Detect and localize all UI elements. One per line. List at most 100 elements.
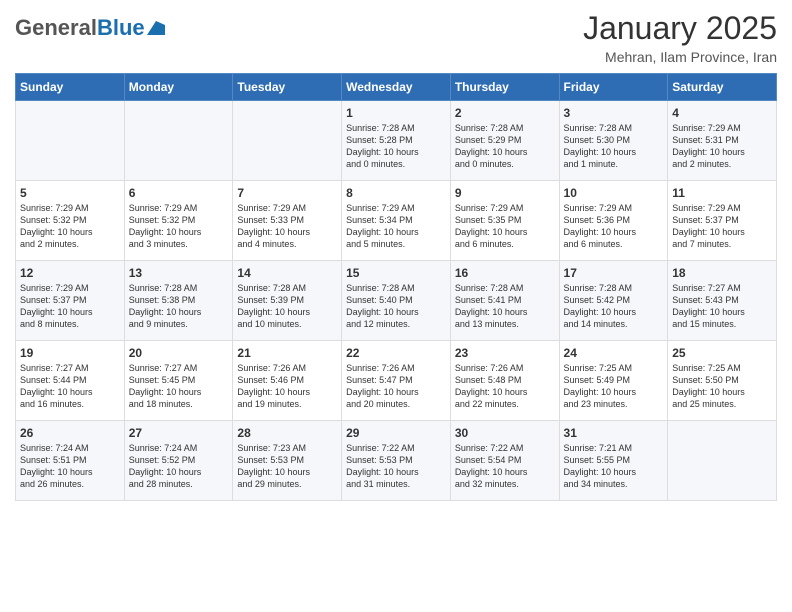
day-number: 12 [20, 266, 120, 280]
weekday-sunday: Sunday [16, 74, 125, 101]
day-content: Sunrise: 7:27 AM Sunset: 5:43 PM Dayligh… [672, 282, 772, 331]
day-number: 14 [237, 266, 337, 280]
weekday-thursday: Thursday [450, 74, 559, 101]
calendar-cell: 5 Sunrise: 7:29 AM Sunset: 5:32 PM Daylig… [16, 181, 125, 261]
calendar-cell: 18 Sunrise: 7:27 AM Sunset: 5:43 PM Dayli… [668, 261, 777, 341]
calendar-cell: 16 Sunrise: 7:28 AM Sunset: 5:41 PM Dayli… [450, 261, 559, 341]
calendar-cell: 25Sunrise: 7:25 AM Sunset: 5:50 PM Dayli… [668, 341, 777, 421]
calendar-cell: 4 Sunrise: 7:29 AM Sunset: 5:31 PM Daylig… [668, 101, 777, 181]
week-row-1: 1 Sunrise: 7:28 AM Sunset: 5:28 PM Daylig… [16, 101, 777, 181]
day-number: 1 [346, 106, 446, 120]
day-content: Sunrise: 7:28 AM Sunset: 5:38 PM Dayligh… [129, 282, 229, 331]
title-section: January 2025 Mehran, Ilam Province, Iran [583, 10, 777, 65]
day-number: 3 [564, 106, 664, 120]
calendar-cell: 1 Sunrise: 7:28 AM Sunset: 5:28 PM Daylig… [342, 101, 451, 181]
day-number: 11 [672, 186, 772, 200]
week-row-2: 5 Sunrise: 7:29 AM Sunset: 5:32 PM Daylig… [16, 181, 777, 261]
header: GeneralBlue January 2025 Mehran, Ilam Pr… [15, 10, 777, 65]
day-number: 17 [564, 266, 664, 280]
logo-blue: Blue [97, 15, 145, 40]
day-number: 13 [129, 266, 229, 280]
day-content: Sunrise: 7:29 AM Sunset: 5:37 PM Dayligh… [672, 202, 772, 251]
day-content: Sunrise: 7:29 AM Sunset: 5:32 PM Dayligh… [20, 202, 120, 251]
calendar-title: January 2025 [583, 10, 777, 47]
calendar-cell: 29 Sunrise: 7:22 AM Sunset: 5:53 PM Dayli… [342, 421, 451, 501]
calendar-cell: 20 Sunrise: 7:27 AM Sunset: 5:45 PM Dayli… [124, 341, 233, 421]
calendar-cell: 30 Sunrise: 7:22 AM Sunset: 5:54 PM Dayli… [450, 421, 559, 501]
day-content: Sunrise: 7:29 AM Sunset: 5:34 PM Dayligh… [346, 202, 446, 251]
calendar-cell: 22Sunrise: 7:26 AM Sunset: 5:47 PM Dayli… [342, 341, 451, 421]
day-content: Sunrise: 7:28 AM Sunset: 5:28 PM Dayligh… [346, 122, 446, 171]
day-number: 18 [672, 266, 772, 280]
day-number: 27 [129, 426, 229, 440]
calendar-container: GeneralBlue January 2025 Mehran, Ilam Pr… [0, 0, 792, 511]
day-content: Sunrise: 7:29 AM Sunset: 5:33 PM Dayligh… [237, 202, 337, 251]
day-content: Sunrise: 7:26 AM Sunset: 5:47 PM Dayligh… [346, 362, 446, 411]
calendar-cell: 14 Sunrise: 7:28 AM Sunset: 5:39 PM Dayli… [233, 261, 342, 341]
calendar-cell: 12 Sunrise: 7:29 AM Sunset: 5:37 PM Dayli… [16, 261, 125, 341]
day-content: Sunrise: 7:28 AM Sunset: 5:41 PM Dayligh… [455, 282, 555, 331]
day-number: 24 [564, 346, 664, 360]
week-row-3: 12 Sunrise: 7:29 AM Sunset: 5:37 PM Dayli… [16, 261, 777, 341]
day-content: Sunrise: 7:29 AM Sunset: 5:37 PM Dayligh… [20, 282, 120, 331]
calendar-cell: 31Sunrise: 7:21 AM Sunset: 5:55 PM Dayli… [559, 421, 668, 501]
weekday-header-row: SundayMondayTuesdayWednesdayThursdayFrid… [16, 74, 777, 101]
day-content: Sunrise: 7:26 AM Sunset: 5:48 PM Dayligh… [455, 362, 555, 411]
calendar-cell: 2Sunrise: 7:28 AM Sunset: 5:29 PM Daylig… [450, 101, 559, 181]
calendar-table: SundayMondayTuesdayWednesdayThursdayFrid… [15, 73, 777, 501]
logo-icon [147, 21, 165, 35]
calendar-cell: 27 Sunrise: 7:24 AM Sunset: 5:52 PM Dayli… [124, 421, 233, 501]
day-content: Sunrise: 7:24 AM Sunset: 5:52 PM Dayligh… [129, 442, 229, 491]
day-content: Sunrise: 7:28 AM Sunset: 5:39 PM Dayligh… [237, 282, 337, 331]
day-content: Sunrise: 7:27 AM Sunset: 5:44 PM Dayligh… [20, 362, 120, 411]
calendar-cell [668, 421, 777, 501]
calendar-cell: 15 Sunrise: 7:28 AM Sunset: 5:40 PM Dayli… [342, 261, 451, 341]
calendar-cell: 13 Sunrise: 7:28 AM Sunset: 5:38 PM Dayli… [124, 261, 233, 341]
day-number: 10 [564, 186, 664, 200]
day-number: 16 [455, 266, 555, 280]
calendar-cell: 8 Sunrise: 7:29 AM Sunset: 5:34 PM Daylig… [342, 181, 451, 261]
day-number: 23 [455, 346, 555, 360]
day-number: 28 [237, 426, 337, 440]
calendar-cell: 23 Sunrise: 7:26 AM Sunset: 5:48 PM Dayli… [450, 341, 559, 421]
calendar-cell: 11 Sunrise: 7:29 AM Sunset: 5:37 PM Dayli… [668, 181, 777, 261]
day-number: 26 [20, 426, 120, 440]
day-number: 8 [346, 186, 446, 200]
weekday-monday: Monday [124, 74, 233, 101]
calendar-cell: 28Sunrise: 7:23 AM Sunset: 5:53 PM Dayli… [233, 421, 342, 501]
day-content: Sunrise: 7:24 AM Sunset: 5:51 PM Dayligh… [20, 442, 120, 491]
day-number: 7 [237, 186, 337, 200]
day-content: Sunrise: 7:28 AM Sunset: 5:29 PM Dayligh… [455, 122, 555, 171]
calendar-cell: 26 Sunrise: 7:24 AM Sunset: 5:51 PM Dayli… [16, 421, 125, 501]
day-content: Sunrise: 7:28 AM Sunset: 5:40 PM Dayligh… [346, 282, 446, 331]
day-number: 19 [20, 346, 120, 360]
day-content: Sunrise: 7:28 AM Sunset: 5:30 PM Dayligh… [564, 122, 664, 171]
weekday-saturday: Saturday [668, 74, 777, 101]
day-number: 21 [237, 346, 337, 360]
day-number: 15 [346, 266, 446, 280]
calendar-cell: 21Sunrise: 7:26 AM Sunset: 5:46 PM Dayli… [233, 341, 342, 421]
day-number: 29 [346, 426, 446, 440]
day-content: Sunrise: 7:25 AM Sunset: 5:49 PM Dayligh… [564, 362, 664, 411]
day-number: 5 [20, 186, 120, 200]
day-content: Sunrise: 7:27 AM Sunset: 5:45 PM Dayligh… [129, 362, 229, 411]
week-row-5: 26 Sunrise: 7:24 AM Sunset: 5:51 PM Dayli… [16, 421, 777, 501]
day-number: 30 [455, 426, 555, 440]
logo: GeneralBlue [15, 15, 165, 41]
day-number: 4 [672, 106, 772, 120]
calendar-cell: 17Sunrise: 7:28 AM Sunset: 5:42 PM Dayli… [559, 261, 668, 341]
day-content: Sunrise: 7:29 AM Sunset: 5:35 PM Dayligh… [455, 202, 555, 251]
day-number: 20 [129, 346, 229, 360]
day-content: Sunrise: 7:22 AM Sunset: 5:54 PM Dayligh… [455, 442, 555, 491]
day-number: 6 [129, 186, 229, 200]
day-content: Sunrise: 7:22 AM Sunset: 5:53 PM Dayligh… [346, 442, 446, 491]
calendar-cell: 19 Sunrise: 7:27 AM Sunset: 5:44 PM Dayli… [16, 341, 125, 421]
calendar-subtitle: Mehran, Ilam Province, Iran [583, 49, 777, 65]
calendar-cell: 24 Sunrise: 7:25 AM Sunset: 5:49 PM Dayli… [559, 341, 668, 421]
calendar-cell: 3 Sunrise: 7:28 AM Sunset: 5:30 PM Daylig… [559, 101, 668, 181]
calendar-cell [124, 101, 233, 181]
calendar-cell: 6Sunrise: 7:29 AM Sunset: 5:32 PM Daylig… [124, 181, 233, 261]
day-content: Sunrise: 7:29 AM Sunset: 5:31 PM Dayligh… [672, 122, 772, 171]
calendar-cell [233, 101, 342, 181]
weekday-friday: Friday [559, 74, 668, 101]
